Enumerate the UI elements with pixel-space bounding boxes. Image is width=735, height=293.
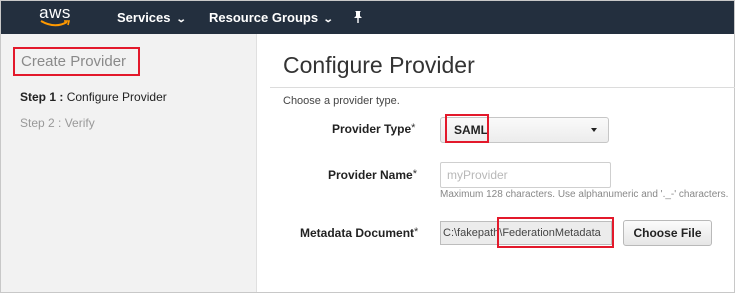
provider-type-label: Provider Type* [332,122,415,136]
provider-name-label-text: Provider Name [328,168,413,182]
aws-smile-icon [40,20,71,27]
sidebar: Create Provider Step 1 : Configure Provi… [1,34,257,292]
metadata-file-highlight [497,217,614,248]
chevron-down-icon: ⌄ [322,14,334,25]
step-1-configure-provider: Step 1 : Configure Provider [20,90,167,104]
metadata-document-label: Metadata Document* [300,226,418,240]
step-1-prefix: Step 1 : [20,90,64,104]
step-2-verify: Step 2 : Verify [20,116,95,130]
metadata-document-label-text: Metadata Document [300,226,415,240]
provider-type-label-text: Provider Type [332,122,412,136]
provider-name-input[interactable] [440,162,611,188]
page-subtitle: Choose a provider type. [283,95,400,107]
step-1-label: Configure Provider [66,90,167,104]
resource-groups-menu[interactable]: Resource Groups ⌄ [209,10,334,28]
sidebar-title: Create Provider [13,47,140,76]
provider-name-hint: Maximum 128 characters. Use alphanumeric… [440,189,729,200]
services-menu-label: Services [117,10,171,25]
dropdown-caret-icon [591,128,597,132]
aws-logo[interactable]: aws [35,4,75,30]
provider-name-label: Provider Name* [328,168,417,182]
required-marker: * [411,122,416,134]
provider-type-highlight [445,114,489,143]
required-marker: * [414,226,419,238]
pin-icon[interactable] [351,10,365,24]
title-divider [270,87,735,88]
services-menu[interactable]: Services ⌄ [117,10,187,28]
required-marker: * [412,168,417,180]
choose-file-button[interactable]: Choose File [623,220,712,246]
page-title: Configure Provider [283,52,475,78]
top-navigation-bar: aws Services ⌄ Resource Groups ⌄ [1,1,734,34]
chevron-down-icon: ⌄ [175,14,187,25]
resource-groups-menu-label: Resource Groups [209,10,319,25]
